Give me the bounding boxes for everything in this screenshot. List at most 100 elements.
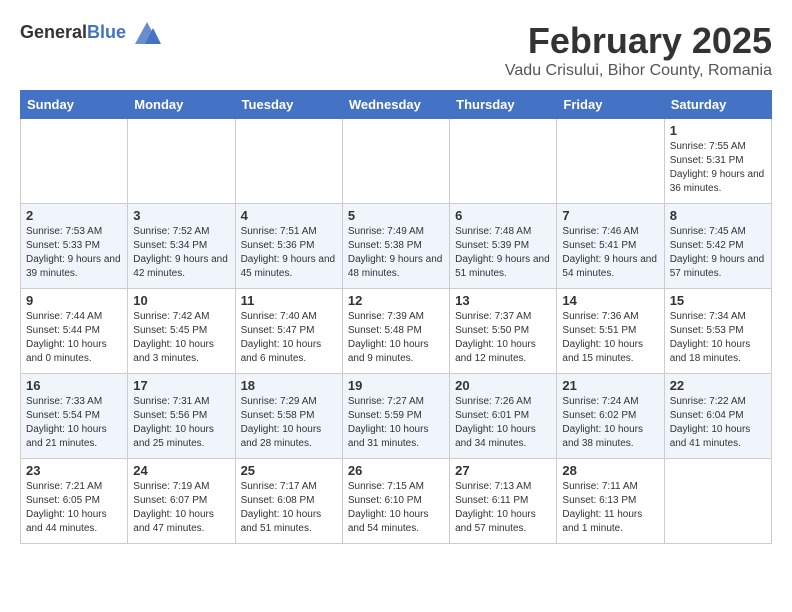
- logo-icon: [133, 20, 161, 48]
- day-number: 20: [455, 378, 551, 393]
- day-info: Sunrise: 7:21 AM Sunset: 6:05 PM Dayligh…: [26, 480, 122, 536]
- day-info: Sunrise: 7:39 AM Sunset: 5:48 PM Dayligh…: [348, 310, 444, 366]
- day-number: 19: [348, 378, 444, 393]
- day-number: 11: [241, 293, 337, 308]
- calendar-week-row: 1 Sunrise: 7:55 AM Sunset: 5:31 PM Daylig…: [21, 119, 772, 204]
- calendar-week-row: 9 Sunrise: 7:44 AM Sunset: 5:44 PM Daylig…: [21, 289, 772, 374]
- calendar-cell: 3Sunrise: 7:52 AM Sunset: 5:34 PM Daylig…: [128, 204, 235, 289]
- calendar-cell: 21 Sunrise: 7:24 AM Sunset: 6:02 PM Dayli…: [557, 374, 664, 459]
- calendar-cell: 12 Sunrise: 7:39 AM Sunset: 5:48 PM Dayli…: [342, 289, 449, 374]
- day-number: 5: [348, 208, 444, 223]
- day-number: 15: [670, 293, 766, 308]
- calendar-cell: 10 Sunrise: 7:42 AM Sunset: 5:45 PM Dayli…: [128, 289, 235, 374]
- calendar-cell: 11 Sunrise: 7:40 AM Sunset: 5:47 PM Dayli…: [235, 289, 342, 374]
- calendar-cell: 26Sunrise: 7:15 AM Sunset: 6:10 PM Dayli…: [342, 459, 449, 544]
- day-number: 12: [348, 293, 444, 308]
- calendar-cell: [21, 119, 128, 204]
- calendar-week-row: 2 Sunrise: 7:53 AM Sunset: 5:33 PM Daylig…: [21, 204, 772, 289]
- calendar-cell: 15 Sunrise: 7:34 AM Sunset: 5:53 PM Dayli…: [664, 289, 771, 374]
- day-number: 8: [670, 208, 766, 223]
- calendar-cell: 27 Sunrise: 7:13 AM Sunset: 6:11 PM Dayli…: [450, 459, 557, 544]
- day-info: Sunrise: 7:55 AM Sunset: 5:31 PM Dayligh…: [670, 140, 766, 196]
- day-info: Sunrise: 7:19 AM Sunset: 6:07 PM Dayligh…: [133, 480, 229, 536]
- day-number: 2: [26, 208, 122, 223]
- calendar-cell: 13 Sunrise: 7:37 AM Sunset: 5:50 PM Dayli…: [450, 289, 557, 374]
- header-thursday: Thursday: [450, 91, 557, 119]
- calendar-cell: [557, 119, 664, 204]
- day-number: 6: [455, 208, 551, 223]
- day-info: Sunrise: 7:44 AM Sunset: 5:44 PM Dayligh…: [26, 310, 122, 366]
- day-number: 16: [26, 378, 122, 393]
- day-info: Sunrise: 7:26 AM Sunset: 6:01 PM Dayligh…: [455, 395, 551, 451]
- calendar-cell: 5 Sunrise: 7:49 AM Sunset: 5:38 PM Daylig…: [342, 204, 449, 289]
- header-monday: Monday: [128, 91, 235, 119]
- calendar-cell: 18Sunrise: 7:29 AM Sunset: 5:58 PM Dayli…: [235, 374, 342, 459]
- day-number: 25: [241, 463, 337, 478]
- day-info: Sunrise: 7:51 AM Sunset: 5:36 PM Dayligh…: [241, 225, 337, 281]
- day-number: 17: [133, 378, 229, 393]
- calendar-cell: 9 Sunrise: 7:44 AM Sunset: 5:44 PM Daylig…: [21, 289, 128, 374]
- calendar-cell: 1 Sunrise: 7:55 AM Sunset: 5:31 PM Daylig…: [664, 119, 771, 204]
- calendar-subtitle: Vadu Crisului, Bihor County, Romania: [505, 62, 772, 80]
- day-info: Sunrise: 7:46 AM Sunset: 5:41 PM Dayligh…: [562, 225, 658, 281]
- day-info: Sunrise: 7:29 AM Sunset: 5:58 PM Dayligh…: [241, 395, 337, 451]
- header-sunday: Sunday: [21, 91, 128, 119]
- calendar-cell: 17 Sunrise: 7:31 AM Sunset: 5:56 PM Dayli…: [128, 374, 235, 459]
- day-info: Sunrise: 7:37 AM Sunset: 5:50 PM Dayligh…: [455, 310, 551, 366]
- calendar-title: February 2025: [505, 20, 772, 62]
- day-number: 21: [562, 378, 658, 393]
- day-info: Sunrise: 7:33 AM Sunset: 5:54 PM Dayligh…: [26, 395, 122, 451]
- calendar-cell: [235, 119, 342, 204]
- day-number: 3: [133, 208, 229, 223]
- day-number: 22: [670, 378, 766, 393]
- calendar-cell: 7 Sunrise: 7:46 AM Sunset: 5:41 PM Daylig…: [557, 204, 664, 289]
- day-number: 10: [133, 293, 229, 308]
- header-friday: Friday: [557, 91, 664, 119]
- day-info: Sunrise: 7:13 AM Sunset: 6:11 PM Dayligh…: [455, 480, 551, 536]
- day-info: Sunrise: 7:49 AM Sunset: 5:38 PM Dayligh…: [348, 225, 444, 281]
- day-info: Sunrise: 7:34 AM Sunset: 5:53 PM Dayligh…: [670, 310, 766, 366]
- calendar-cell: [128, 119, 235, 204]
- day-info: Sunrise: 7:45 AM Sunset: 5:42 PM Dayligh…: [670, 225, 766, 281]
- calendar-table: Sunday Monday Tuesday Wednesday Thursday…: [20, 90, 772, 544]
- day-number: 14: [562, 293, 658, 308]
- day-number: 1: [670, 123, 766, 138]
- calendar-cell: 16 Sunrise: 7:33 AM Sunset: 5:54 PM Dayli…: [21, 374, 128, 459]
- logo: GeneralBlue: [20, 20, 161, 48]
- header-wednesday: Wednesday: [342, 91, 449, 119]
- header-tuesday: Tuesday: [235, 91, 342, 119]
- day-info: Sunrise: 7:31 AM Sunset: 5:56 PM Dayligh…: [133, 395, 229, 451]
- day-number: 9: [26, 293, 122, 308]
- calendar-cell: 23 Sunrise: 7:21 AM Sunset: 6:05 PM Dayli…: [21, 459, 128, 544]
- day-number: 28: [562, 463, 658, 478]
- day-info: Sunrise: 7:42 AM Sunset: 5:45 PM Dayligh…: [133, 310, 229, 366]
- calendar-cell: [664, 459, 771, 544]
- calendar-cell: 14Sunrise: 7:36 AM Sunset: 5:51 PM Dayli…: [557, 289, 664, 374]
- day-number: 27: [455, 463, 551, 478]
- day-info: Sunrise: 7:48 AM Sunset: 5:39 PM Dayligh…: [455, 225, 551, 281]
- day-number: 23: [26, 463, 122, 478]
- calendar-cell: 28Sunrise: 7:11 AM Sunset: 6:13 PM Dayli…: [557, 459, 664, 544]
- page-header: GeneralBlue February 2025 Vadu Crisului,…: [20, 20, 772, 80]
- day-info: Sunrise: 7:17 AM Sunset: 6:08 PM Dayligh…: [241, 480, 337, 536]
- calendar-cell: 6 Sunrise: 7:48 AM Sunset: 5:39 PM Daylig…: [450, 204, 557, 289]
- calendar-cell: 25 Sunrise: 7:17 AM Sunset: 6:08 PM Dayli…: [235, 459, 342, 544]
- calendar-cell: [450, 119, 557, 204]
- calendar-cell: 20 Sunrise: 7:26 AM Sunset: 6:01 PM Dayli…: [450, 374, 557, 459]
- day-number: 13: [455, 293, 551, 308]
- calendar-week-row: 23 Sunrise: 7:21 AM Sunset: 6:05 PM Dayli…: [21, 459, 772, 544]
- logo-general: General: [20, 22, 87, 42]
- calendar-cell: 19Sunrise: 7:27 AM Sunset: 5:59 PM Dayli…: [342, 374, 449, 459]
- day-info: Sunrise: 7:24 AM Sunset: 6:02 PM Dayligh…: [562, 395, 658, 451]
- calendar-body: 1 Sunrise: 7:55 AM Sunset: 5:31 PM Daylig…: [21, 119, 772, 544]
- logo-content: GeneralBlue: [20, 20, 161, 48]
- header-saturday: Saturday: [664, 91, 771, 119]
- title-area: February 2025 Vadu Crisului, Bihor Count…: [505, 20, 772, 80]
- day-info: Sunrise: 7:40 AM Sunset: 5:47 PM Dayligh…: [241, 310, 337, 366]
- calendar-week-row: 16 Sunrise: 7:33 AM Sunset: 5:54 PM Dayli…: [21, 374, 772, 459]
- day-info: Sunrise: 7:22 AM Sunset: 6:04 PM Dayligh…: [670, 395, 766, 451]
- day-info: Sunrise: 7:53 AM Sunset: 5:33 PM Dayligh…: [26, 225, 122, 281]
- day-number: 7: [562, 208, 658, 223]
- calendar-cell: [342, 119, 449, 204]
- calendar-cell: 2 Sunrise: 7:53 AM Sunset: 5:33 PM Daylig…: [21, 204, 128, 289]
